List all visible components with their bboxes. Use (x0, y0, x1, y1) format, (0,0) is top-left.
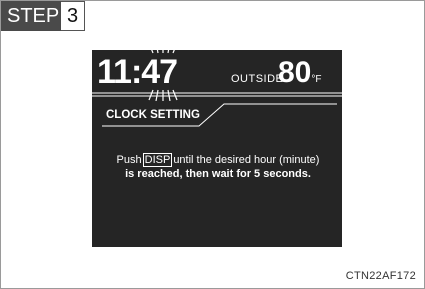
clock-minutes: 47 (141, 53, 178, 91)
instruction-text: Push DISP until the desired hour (minute) … (98, 153, 338, 181)
instruction-line-1: Push DISP until the desired hour (minute) (98, 153, 338, 167)
mode-title: CLOCK SETTING (106, 109, 200, 121)
clock-hours: 11: (97, 53, 142, 91)
divider-rule (92, 92, 342, 127)
step-tag: STEP 3 (1, 1, 85, 31)
flash-indicator-top-icon (151, 50, 176, 54)
figure-panel: STEP 3 11:47 OUTSIDE 80°F CLOCK SETTING … (0, 0, 425, 289)
outside-label: OUTSIDE (231, 73, 284, 85)
figure-reference-code: CTN22AF172 (345, 270, 416, 282)
disp-button-label: DISP (142, 153, 173, 167)
clock-time: 11:47 (97, 50, 178, 101)
temperature-value: 80 (278, 56, 312, 89)
clock-display-screen: 11:47 OUTSIDE 80°F CLOCK SETTING Push DIS… (92, 50, 342, 247)
step-label: STEP (1, 1, 61, 31)
temperature-unit: °F (311, 74, 322, 85)
instruction-line-2: is reached, then wait for 5 seconds. (125, 168, 311, 180)
clock-minutes-flashing: 47 (141, 50, 178, 101)
instruction-push: Push (116, 154, 142, 166)
step-number: 3 (61, 1, 85, 31)
instruction-until: until the desired hour (minute) (173, 154, 320, 166)
outside-temperature: 80°F (278, 58, 321, 88)
